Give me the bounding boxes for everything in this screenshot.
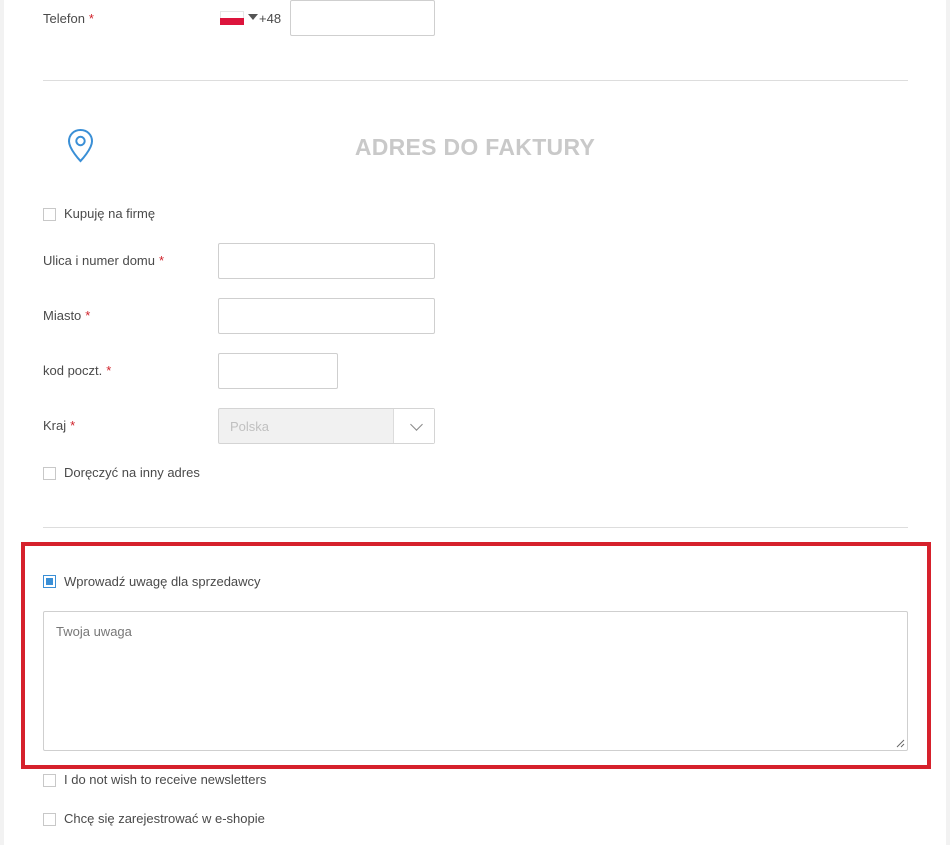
city-input[interactable] <box>218 298 435 334</box>
phone-input[interactable] <box>290 0 435 36</box>
postal-code-input[interactable] <box>218 353 338 389</box>
deliver-other-address-label: Doręczyć na inny adres <box>64 465 200 480</box>
billing-address-title: ADRES DO FAKTURY <box>354 134 596 160</box>
country-label: Kraj * <box>43 418 76 433</box>
country-select-toggle[interactable] <box>393 409 434 443</box>
country-dropdown-caret-icon[interactable] <box>248 14 258 20</box>
company-purchase-checkbox[interactable] <box>43 208 56 221</box>
required-mark: * <box>159 253 165 268</box>
company-purchase-label: Kupuję na firmę <box>64 206 156 221</box>
postal-code-label: kod poczt. * <box>43 363 112 378</box>
required-mark: * <box>85 308 91 323</box>
seller-note-textarea[interactable]: Twoja uwaga <box>43 611 908 751</box>
page-right-edge <box>946 0 950 845</box>
required-mark: * <box>70 418 76 433</box>
country-select[interactable]: Polska <box>218 408 435 444</box>
street-input[interactable] <box>218 243 435 279</box>
street-label: Ulica i numer domu * <box>43 253 165 268</box>
phone-label: Telefon * <box>43 11 94 26</box>
page-left-edge <box>0 0 4 845</box>
newsletter-optout-checkbox[interactable] <box>43 774 56 787</box>
seller-note-placeholder: Twoja uwaga <box>56 624 132 639</box>
newsletter-optout-label: I do not wish to receive newsletters <box>64 772 267 787</box>
required-mark: * <box>106 363 112 378</box>
register-checkbox[interactable] <box>43 813 56 826</box>
divider <box>43 80 908 81</box>
divider <box>43 527 908 528</box>
city-label: Miasto * <box>43 308 91 323</box>
country-select-value: Polska <box>230 419 270 434</box>
dial-code: +48 <box>259 11 282 26</box>
poland-flag-icon[interactable] <box>220 11 244 25</box>
resize-grip-icon[interactable] <box>896 739 905 748</box>
required-mark: * <box>88 11 94 26</box>
seller-note-label: Wprowadź uwagę dla sprzedawcy <box>64 574 261 589</box>
chevron-down-icon <box>410 418 423 431</box>
seller-note-checkbox[interactable] <box>43 575 56 588</box>
register-label: Chcę się zarejestrować w e-shopie <box>64 811 265 826</box>
deliver-other-address-checkbox[interactable] <box>43 467 56 480</box>
